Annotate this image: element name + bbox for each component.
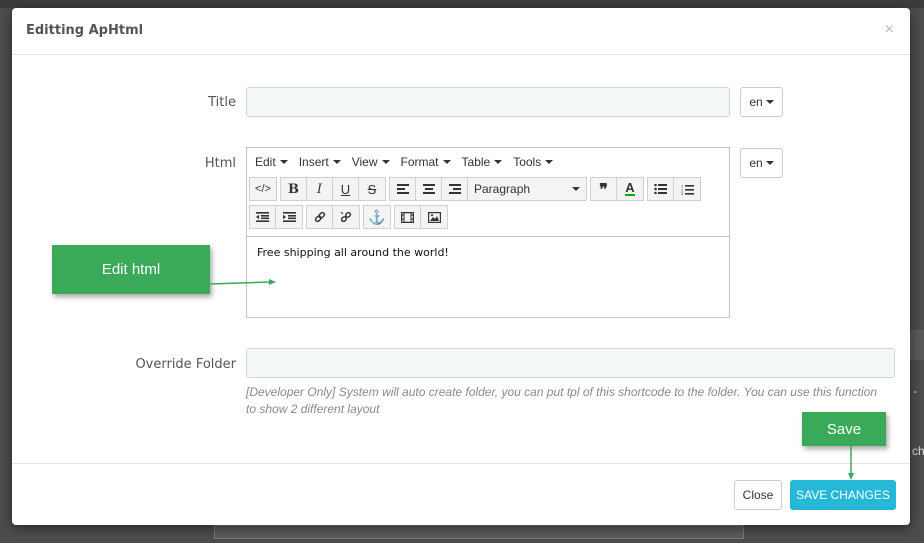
editor-menubar: Edit Insert View Format Table Tools	[247, 148, 729, 175]
media-group	[394, 205, 448, 229]
align-right-icon[interactable]	[442, 178, 468, 200]
save-changes-button[interactable]: SAVE CHANGES	[790, 480, 896, 510]
edit-html-callout: Edit html	[52, 245, 210, 294]
caret-down-icon	[765, 100, 774, 104]
save-callout: Save	[802, 412, 886, 446]
background-text-dash: -	[913, 384, 917, 398]
quote-color-group: ❞ A	[590, 177, 644, 201]
background-panel	[0, 0, 924, 8]
menu-insert[interactable]: Insert	[295, 155, 348, 169]
title-lang-dropdown[interactable]: en	[740, 87, 783, 117]
editor-content-text: Free shipping all around the world!	[257, 246, 449, 259]
editor-content-area[interactable]: Free shipping all around the world!	[247, 236, 729, 317]
bold-icon[interactable]: B	[281, 178, 307, 200]
menu-label: Edit	[255, 154, 276, 169]
editor-toolbar-row-2: ⚓	[247, 203, 729, 231]
align-group: Paragraph	[389, 177, 587, 201]
override-folder-input[interactable]	[246, 348, 895, 378]
menu-label: Tools	[513, 154, 542, 169]
video-icon[interactable]	[395, 206, 421, 228]
outdent-icon[interactable]	[250, 206, 276, 228]
menu-edit[interactable]: Edit	[251, 155, 295, 169]
list-group: 123	[647, 177, 701, 201]
image-icon[interactable]	[421, 206, 447, 228]
html-label: Html	[204, 156, 236, 171]
menu-label: View	[351, 154, 378, 169]
background-panel-right	[910, 330, 924, 360]
menu-label: Insert	[298, 154, 329, 169]
anchor-group: ⚓	[363, 205, 391, 229]
align-left-icon[interactable]	[390, 178, 416, 200]
html-editor: Edit Insert View Format Table Tools </> …	[246, 147, 730, 318]
text-style-group: B I U S	[280, 177, 386, 201]
menu-table[interactable]: Table	[458, 155, 510, 169]
numbered-list-icon[interactable]: 123	[674, 178, 700, 200]
format-select[interactable]: Paragraph	[468, 178, 586, 200]
lang-label: en	[749, 95, 763, 109]
caret-down-icon	[332, 159, 341, 164]
modal-header: Editting ApHtml ×	[12, 8, 910, 55]
close-icon[interactable]: ×	[885, 21, 894, 39]
bullet-list-icon[interactable]	[648, 178, 674, 200]
caret-down-icon	[572, 187, 580, 191]
unlink-icon[interactable]	[333, 206, 359, 228]
link-group	[306, 205, 360, 229]
close-button[interactable]: Close	[734, 480, 782, 510]
indent-icon[interactable]	[276, 206, 302, 228]
caret-down-icon	[494, 159, 503, 164]
menu-tools[interactable]: Tools	[509, 155, 560, 169]
title-label: Title	[208, 95, 236, 110]
strikethrough-icon[interactable]: S	[359, 178, 385, 200]
align-center-icon[interactable]	[416, 178, 442, 200]
html-lang-dropdown[interactable]: en	[740, 148, 783, 178]
modal-title: Editting ApHtml	[26, 23, 144, 38]
indent-group	[249, 205, 303, 229]
svg-text:3: 3	[681, 191, 684, 195]
caret-down-icon	[279, 159, 288, 164]
italic-icon[interactable]: I	[307, 178, 333, 200]
caret-down-icon	[442, 159, 451, 164]
link-icon[interactable]	[307, 206, 333, 228]
title-input[interactable]	[246, 87, 730, 117]
text-color-icon[interactable]: A	[617, 178, 643, 200]
anchor-icon[interactable]: ⚓	[364, 206, 390, 228]
underline-icon[interactable]: U	[333, 178, 359, 200]
editor-toolbar-row-1: </> B I U S Paragraph ❞ A 1 2 3	[247, 175, 729, 203]
caret-down-icon	[381, 159, 390, 164]
menu-format[interactable]: Format	[397, 155, 458, 169]
blockquote-icon[interactable]: ❞	[591, 178, 617, 200]
menu-label: Table	[461, 154, 491, 169]
source-code-icon[interactable]: </>	[250, 178, 276, 200]
format-select-value: Paragraph	[474, 182, 531, 196]
override-folder-label: Override Folder	[135, 357, 236, 372]
lang-label: en	[749, 156, 763, 170]
background-input	[214, 525, 744, 539]
code-group: </>	[249, 177, 277, 201]
help-text: [Developer Only] System will auto create…	[246, 385, 878, 416]
background-text-ch: ch	[912, 444, 924, 458]
menu-label: Format	[400, 154, 439, 169]
menu-view[interactable]: View	[348, 155, 397, 169]
caret-down-icon	[765, 161, 774, 165]
caret-down-icon	[545, 159, 554, 164]
